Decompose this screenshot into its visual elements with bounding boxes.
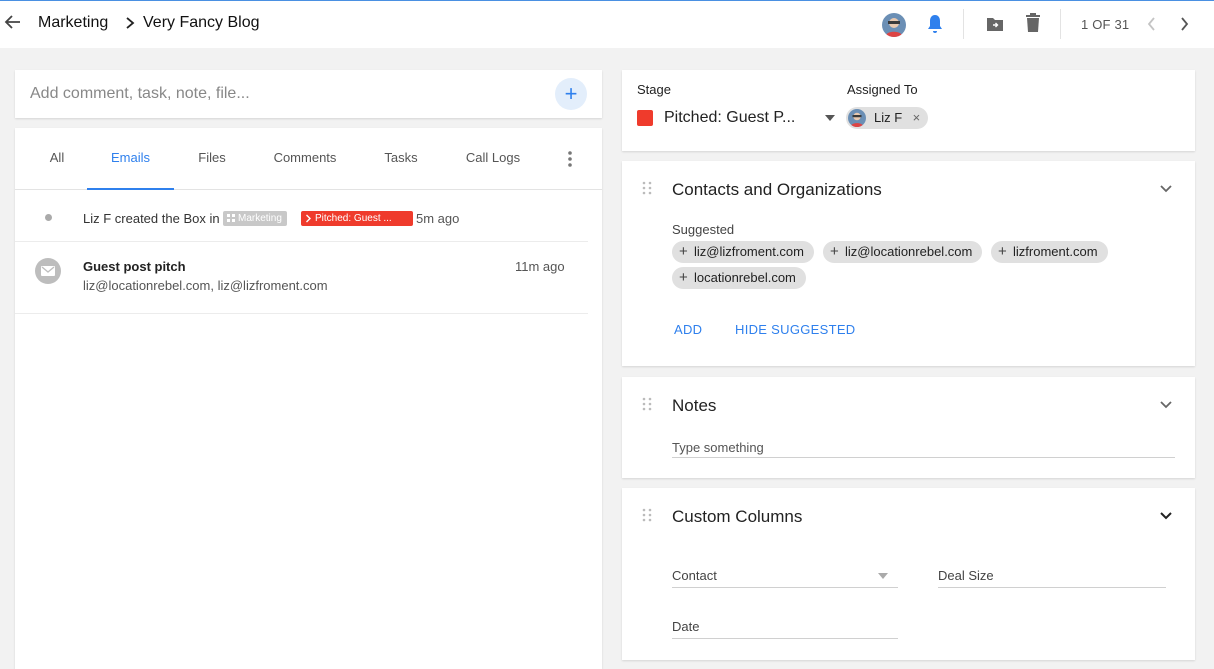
comment-composer: + [15, 70, 602, 118]
next-box-button[interactable] [1176, 13, 1192, 35]
chevron-down-icon[interactable] [1159, 184, 1173, 194]
suggested-contact-chip[interactable]: + liz@locationrebel.com [823, 241, 983, 263]
custom-columns-title: Custom Columns [672, 507, 803, 526]
custom-columns-card: Custom Columns Contact Deal Size Date [622, 488, 1195, 660]
activity-text: Liz F created the Box in [83, 211, 220, 226]
activity-feed: All Emails Files Comments Tasks Call Log… [15, 128, 602, 669]
suggested-label: Suggested [672, 222, 735, 237]
mail-icon [41, 266, 55, 276]
trash-icon [1026, 13, 1040, 32]
pager-text: 1 OF 31 [1081, 17, 1130, 32]
suggested-contact-chip[interactable]: + locationrebel.com [672, 267, 806, 289]
notes-card: Notes [622, 377, 1195, 478]
tab-all[interactable]: All [37, 128, 77, 190]
add-contact-button[interactable]: ADD [674, 322, 702, 337]
tab-comments[interactable]: Comments [265, 128, 345, 190]
add-item-button[interactable]: + [555, 78, 587, 110]
toolbar-divider [963, 9, 964, 39]
deal-size-field-label: Deal Size [938, 568, 994, 583]
activity-time: 5m ago [416, 211, 460, 226]
back-button[interactable] [2, 11, 24, 35]
more-tabs-button[interactable] [560, 148, 580, 170]
drag-handle-icon[interactable] [642, 508, 652, 522]
assigned-to-label: Assigned To [847, 82, 918, 97]
contacts-title: Contacts and Organizations [672, 180, 882, 199]
mail-avatar [35, 258, 61, 284]
suggested-contact-label: liz@locationrebel.com [845, 244, 973, 259]
stage-chip[interactable]: Pitched: Guest ... [301, 211, 413, 226]
hide-suggested-button[interactable]: HIDE SUGGESTED [735, 322, 856, 337]
activity-item: Liz F created the Box in Marketing Pitch… [15, 190, 588, 242]
bell-icon [928, 15, 942, 33]
suggested-contact-chip[interactable]: + lizfroment.com [991, 241, 1108, 263]
stage-label: Stage [637, 82, 671, 97]
contacts-card: Contacts and Organizations Suggested + l… [622, 161, 1195, 366]
tab-files[interactable]: Files [187, 128, 237, 190]
tab-tasks[interactable]: Tasks [375, 128, 427, 190]
chevron-right-icon [306, 214, 311, 223]
tab-emails[interactable]: Emails [87, 128, 174, 190]
chevron-right-icon [1181, 17, 1189, 31]
notifications-button[interactable] [925, 13, 945, 35]
grid-icon [227, 214, 235, 222]
chevron-down-icon[interactable] [1159, 400, 1173, 410]
tab-call-logs[interactable]: Call Logs [455, 128, 531, 190]
email-item[interactable]: Guest post pitch liz@locationrebel.com, … [15, 242, 588, 314]
back-arrow-icon [4, 14, 20, 29]
chevron-left-icon [1147, 17, 1155, 31]
feed-list: Liz F created the Box in Marketing Pitch… [15, 190, 588, 314]
deal-size-field[interactable]: Deal Size [938, 562, 1166, 588]
comment-input[interactable] [30, 82, 530, 106]
move-box-button[interactable] [985, 15, 1005, 33]
email-subject: Guest post pitch [83, 259, 186, 274]
stage-color-swatch [637, 110, 653, 126]
breadcrumb-parent[interactable]: Marketing [38, 14, 108, 32]
more-vert-icon [568, 151, 572, 167]
delete-button[interactable] [1024, 12, 1042, 34]
stage-chip-label: Pitched: Guest ... [315, 213, 392, 224]
plus-icon: + [998, 243, 1007, 260]
notes-input[interactable] [672, 437, 1175, 458]
suggested-contact-chip[interactable]: + liz@lizfroment.com [672, 241, 814, 263]
caret-down-icon [878, 573, 888, 579]
close-icon[interactable]: × [913, 107, 921, 129]
plus-icon: + [679, 243, 688, 260]
suggested-contact-label: lizfroment.com [1013, 244, 1098, 259]
stage-card: Stage Pitched: Guest P... Assigned To Li… [622, 70, 1195, 151]
plus-icon: + [679, 269, 688, 286]
email-recipients: liz@locationrebel.com, liz@lizfroment.co… [83, 278, 328, 293]
drag-handle-icon[interactable] [642, 181, 652, 195]
pipeline-chip[interactable]: Marketing [223, 211, 287, 226]
notes-title: Notes [672, 396, 717, 415]
activity-dot [45, 214, 52, 221]
contact-field[interactable]: Contact [672, 562, 898, 588]
breadcrumb-current: Very Fancy Blog [143, 14, 260, 31]
pipeline-chip-label: Marketing [238, 213, 282, 224]
feed-tabs: All Emails Files Comments Tasks Call Log… [15, 128, 602, 190]
chevron-right-icon [126, 17, 135, 29]
suggested-contact-label: locationrebel.com [694, 270, 796, 285]
assignee-avatar [848, 109, 866, 127]
toolbar-divider [1060, 9, 1061, 39]
caret-down-icon[interactable] [824, 114, 836, 122]
user-avatar[interactable] [882, 13, 906, 37]
date-field-label: Date [672, 619, 700, 634]
top-bar: Marketing Very Fancy Blog 1 OF 31 [0, 0, 1214, 48]
folder-move-icon [987, 18, 1003, 31]
date-field[interactable]: Date [672, 613, 898, 639]
assignee-name: Liz F [874, 110, 903, 125]
previous-box-button[interactable] [1144, 13, 1160, 35]
stage-select[interactable]: Pitched: Guest P... [664, 109, 795, 127]
drag-handle-icon[interactable] [642, 397, 652, 411]
assignee-chip[interactable]: Liz F × [846, 107, 929, 129]
contact-field-label: Contact [672, 568, 717, 583]
plus-icon: + [830, 243, 839, 260]
chevron-down-icon[interactable] [1159, 511, 1173, 521]
email-time: 11m ago [515, 259, 565, 274]
suggested-contact-label: liz@lizfroment.com [694, 244, 804, 259]
